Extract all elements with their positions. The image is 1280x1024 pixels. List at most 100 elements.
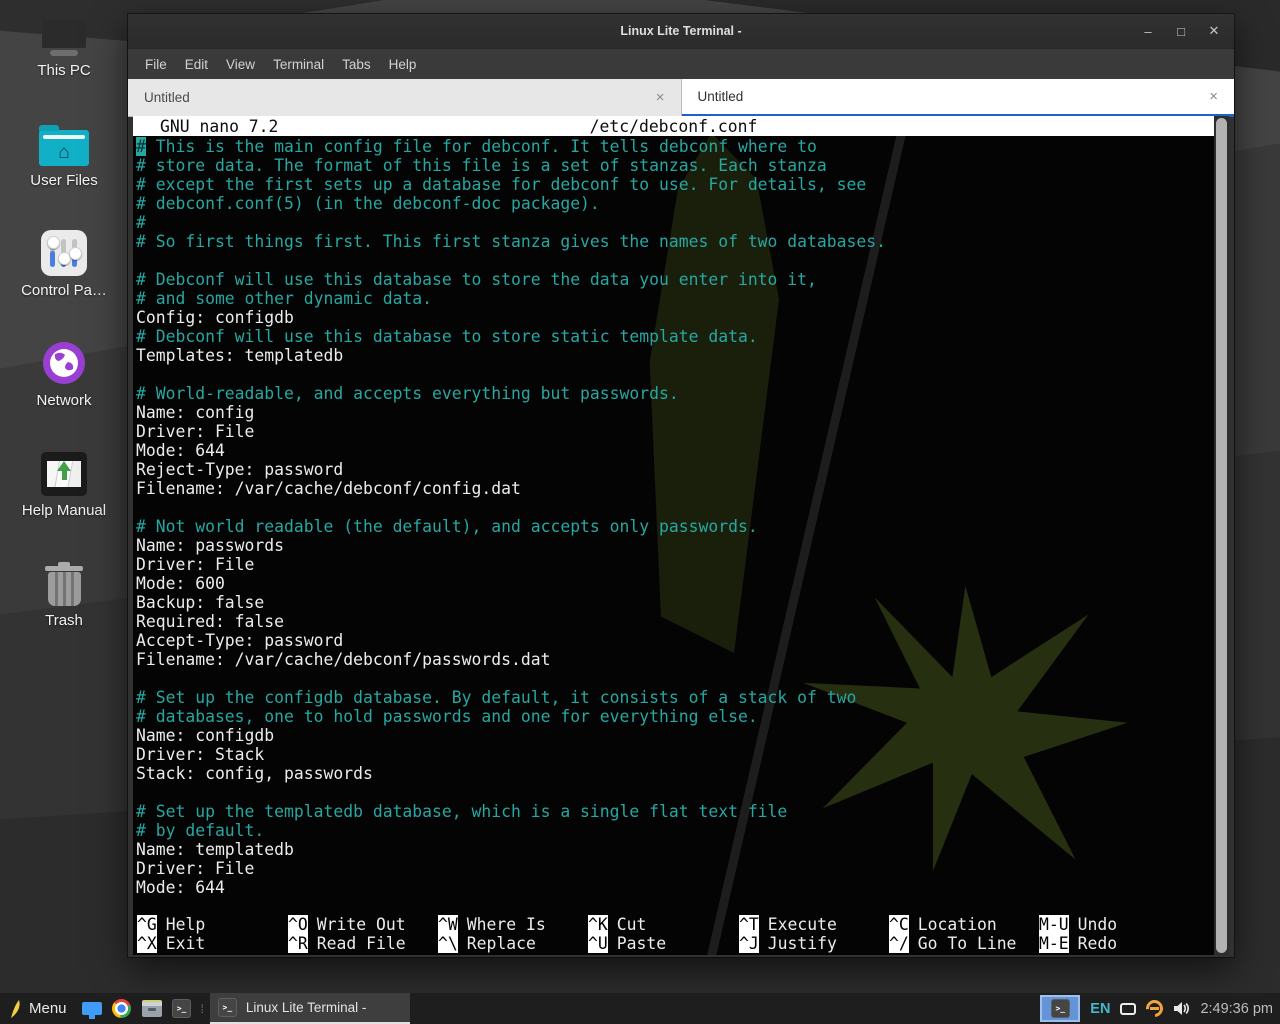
terminal-line: Name: templatedb	[136, 840, 1214, 859]
menu-terminal[interactable]: Terminal	[264, 57, 333, 72]
terminal-line: Reject-Type: password	[136, 460, 1214, 479]
shortcut-key: ^J	[739, 934, 759, 953]
window-titlebar[interactable]: Linux Lite Terminal - – □ ✕	[128, 14, 1234, 48]
shortcut-group: ^WWhere Is^\Replace	[438, 915, 546, 953]
terminal-icon: >_	[1051, 999, 1070, 1018]
keyboard-layout-indicator[interactable]: EN	[1090, 1001, 1110, 1017]
desktop-icon-help-manual[interactable]: Help Manual	[4, 440, 124, 550]
desktop-icon-label: User Files	[30, 172, 98, 189]
nano-shortcut-bar: ^GHelp^XExit ^O Write Out ^R Read File ^WWher…	[136, 915, 1214, 953]
tray-terminal-button[interactable]: >_	[1040, 995, 1080, 1022]
close-button[interactable]: ✕	[1206, 23, 1222, 39]
desktop-icon-trash[interactable]: Trash	[4, 550, 124, 660]
terminal-line: Mode: 644	[136, 878, 1214, 897]
terminal-screen[interactable]: /etc/debconf.conf GNU nano 7.2 # This is…	[133, 116, 1214, 955]
tab-close-icon[interactable]: ×	[656, 89, 665, 106]
terminal-line: Driver: File	[136, 555, 1214, 574]
terminal-line: Name: configdb	[136, 726, 1214, 745]
terminal-launcher[interactable]: >_	[167, 993, 197, 1024]
shortcut-key: ^W	[438, 915, 458, 934]
nano-filename: /etc/debconf.conf	[133, 117, 1214, 136]
terminal-line: #	[136, 213, 1214, 232]
menu-view[interactable]: View	[217, 57, 264, 72]
volume-icon[interactable]	[1173, 1001, 1190, 1016]
shortcut-label: Write Out	[317, 915, 406, 934]
desktop-icon-control-panel[interactable]: Control Pa…	[4, 220, 124, 330]
shortcut-key: ^X	[137, 934, 157, 953]
start-menu-button[interactable]: Menu	[0, 993, 77, 1024]
show-desktop-button[interactable]	[77, 993, 107, 1024]
tab-label: Untitled	[144, 90, 190, 105]
shortcut-label: Undo	[1078, 915, 1117, 934]
shortcut-key: ^G	[137, 915, 157, 934]
terminal-icon: >_	[172, 999, 191, 1018]
terminal-line: # So first things first. This first stan…	[136, 232, 1214, 251]
updates-icon[interactable]	[1143, 997, 1167, 1021]
terminal-line	[136, 365, 1214, 384]
desktop-icon-label: Network	[36, 392, 91, 409]
nano-titlebar: /etc/debconf.conf GNU nano 7.2	[133, 116, 1214, 136]
terminal-line: Required: false	[136, 612, 1214, 631]
window-title: Linux Lite Terminal -	[620, 24, 741, 38]
terminal-line: # Set up the templatedb database, which …	[136, 802, 1214, 821]
nano-version: GNU nano 7.2	[160, 117, 278, 136]
scrollbar-track[interactable]	[1214, 116, 1229, 955]
chrome-launcher[interactable]	[107, 993, 137, 1024]
desktop-icon-label: Help Manual	[22, 502, 106, 519]
terminal-line: Name: config	[136, 403, 1214, 422]
tab-bar: Untitled × Untitled ×	[128, 79, 1234, 117]
desktop-icon-label: Control Pa…	[21, 282, 107, 299]
minimize-button[interactable]: –	[1140, 24, 1156, 39]
tab-untitled-1[interactable]: Untitled ×	[128, 79, 682, 117]
taskbar: Menu >_ ⁞ >_ Linux Lite Terminal - >_ EN…	[0, 993, 1280, 1024]
terminal-icon: >_	[218, 998, 237, 1017]
linux-lite-feather-icon	[8, 999, 22, 1019]
taskbar-separator: ⁞	[197, 1002, 208, 1016]
desktop-icon	[82, 1002, 102, 1015]
file-manager-launcher[interactable]	[137, 993, 167, 1024]
terminal-line: # debconf.conf(5) (in the debconf-doc pa…	[136, 194, 1214, 213]
terminal-line: Accept-Type: password	[136, 631, 1214, 650]
menu-file[interactable]: File	[136, 57, 176, 72]
desktop-icon-column: This PC ⌂ User Files Control Pa… Network	[0, 0, 128, 660]
shortcut-group: ^O Write Out ^R Read File	[288, 915, 406, 953]
trash-icon	[45, 550, 83, 606]
terminal-line: Filename: /var/cache/debconf/config.dat	[136, 479, 1214, 498]
menu-edit[interactable]: Edit	[176, 57, 217, 72]
terminal-line	[136, 251, 1214, 270]
menu-tabs[interactable]: Tabs	[333, 57, 380, 72]
terminal-line: Backup: false	[136, 593, 1214, 612]
task-button-terminal[interactable]: >_ Linux Lite Terminal -	[210, 993, 410, 1024]
shortcut-label: Go To Line	[918, 934, 1017, 953]
tab-close-icon[interactable]: ×	[1209, 88, 1218, 105]
sliders-icon	[41, 220, 87, 276]
display-settings-icon[interactable]	[1120, 1003, 1136, 1015]
terminal-line	[136, 669, 1214, 688]
terminal-line: Filename: /var/cache/debconf/passwords.d…	[136, 650, 1214, 669]
shortcut-label: Read File	[317, 934, 406, 953]
scrollbar-thumb[interactable]	[1216, 118, 1227, 953]
tab-untitled-2[interactable]: Untitled ×	[682, 79, 1235, 117]
menu-help[interactable]: Help	[380, 57, 426, 72]
terminal-line: Driver: Stack	[136, 745, 1214, 764]
shortcut-key: ^T	[739, 915, 759, 934]
shortcut-group: ^GHelp^XExit	[137, 915, 205, 953]
text-cursor: #	[136, 137, 146, 156]
computer-icon	[42, 0, 86, 56]
globe-icon	[41, 330, 87, 386]
terminal-line: Driver: File	[136, 422, 1214, 441]
desktop-icon-user-files[interactable]: ⌂ User Files	[4, 110, 124, 220]
tab-label: Untitled	[698, 89, 744, 104]
terminal-line: # World-readable, and accepts everything…	[136, 384, 1214, 403]
shortcut-key: ^U	[588, 934, 608, 953]
shortcut-key: ^O	[288, 915, 308, 934]
desktop-icon-this-pc[interactable]: This PC	[4, 0, 124, 110]
desktop-icon-network[interactable]: Network	[4, 330, 124, 440]
maximize-button[interactable]: □	[1173, 24, 1189, 39]
shortcut-key: ^\	[438, 934, 458, 953]
home-folder-icon: ⌂	[39, 110, 89, 166]
terminal-line: Config: configdb	[136, 308, 1214, 327]
terminal-line: # This is the main config file for debco…	[136, 137, 1214, 156]
terminal-line: Driver: File	[136, 859, 1214, 878]
shortcut-key: ^R	[288, 934, 308, 953]
